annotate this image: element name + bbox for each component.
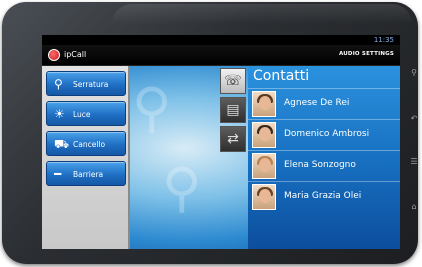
intercom-icon[interactable]: ☏ — [220, 68, 246, 94]
luce-label: Luce — [73, 110, 91, 119]
audio-settings-button[interactable]: AUDIO SETTINGS — [339, 51, 394, 57]
side-icon-bar: ☏ ▤ ⇄ — [220, 68, 246, 154]
main-content: ⚲ ⚲ ⚲ Serratura ☀ Luce ⛟ Cancello ━ Barr… — [42, 66, 400, 249]
key-pattern-decor: ⚲ — [162, 156, 202, 219]
door-icon[interactable]: ▤ — [220, 97, 246, 123]
contact-row[interactable]: Domenico Ambrosi — [248, 119, 400, 150]
menu-hw-icon[interactable]: ☰ — [409, 157, 419, 167]
barrier-icon: ━ — [54, 167, 62, 181]
luce-button[interactable]: ☀ Luce — [46, 101, 126, 126]
key-icon: ⚲ — [54, 77, 63, 91]
tablet-frame: ⚲ ↶ ☰ ⌂ 11:35 ipCall AUDIO SETTINGS ⚲ ⚲ … — [2, 2, 418, 264]
barriera-label: Barriera — [73, 170, 104, 179]
cancello-label: Cancello — [73, 140, 106, 149]
back-hw-icon[interactable]: ↶ — [409, 114, 419, 124]
contacts-title: Contatti — [253, 68, 310, 84]
app-logo-icon — [48, 49, 60, 61]
avatar — [252, 153, 276, 179]
contact-name: Maria Grazia Olei — [284, 191, 362, 201]
avatar — [252, 91, 276, 117]
arrows-icon[interactable]: ⇄ — [220, 126, 246, 152]
serratura-label: Serratura — [73, 80, 109, 89]
light-icon: ☀ — [54, 107, 65, 121]
contact-row[interactable]: Agnese De Rei — [248, 88, 400, 119]
serratura-button[interactable]: ⚲ Serratura — [46, 71, 126, 96]
contact-row[interactable]: Maria Grazia Olei — [248, 181, 400, 212]
contacts-panel: Contatti Agnese De Rei Domenico Ambrosi … — [248, 66, 400, 249]
actions-panel: ⚲ Serratura ☀ Luce ⛟ Cancello ━ Barriera — [42, 66, 130, 249]
avatar — [252, 184, 276, 210]
contact-name: Elena Sonzogno — [284, 160, 356, 170]
screen: 11:35 ipCall AUDIO SETTINGS ⚲ ⚲ ⚲ Serrat… — [42, 35, 400, 249]
avatar — [252, 122, 276, 148]
barriera-button[interactable]: ━ Barriera — [46, 161, 126, 186]
app-title: ipCall — [64, 50, 87, 59]
status-time: 11:35 — [373, 36, 394, 44]
contact-name: Agnese De Rei — [284, 98, 350, 108]
key-pattern-decor: ⚲ — [132, 76, 172, 139]
cancello-button[interactable]: ⛟ Cancello — [46, 131, 126, 156]
home-hw-icon[interactable]: ⌂ — [409, 202, 419, 212]
status-bar: 11:35 — [42, 35, 400, 45]
car-icon: ⛟ — [54, 137, 70, 151]
app-bar: ipCall AUDIO SETTINGS — [42, 45, 400, 66]
bezel-gloss — [112, 4, 412, 24]
contact-row[interactable]: Elena Sonzogno — [248, 150, 400, 181]
search-hw-icon[interactable]: ⚲ — [409, 68, 419, 78]
contact-name: Domenico Ambrosi — [284, 129, 370, 139]
